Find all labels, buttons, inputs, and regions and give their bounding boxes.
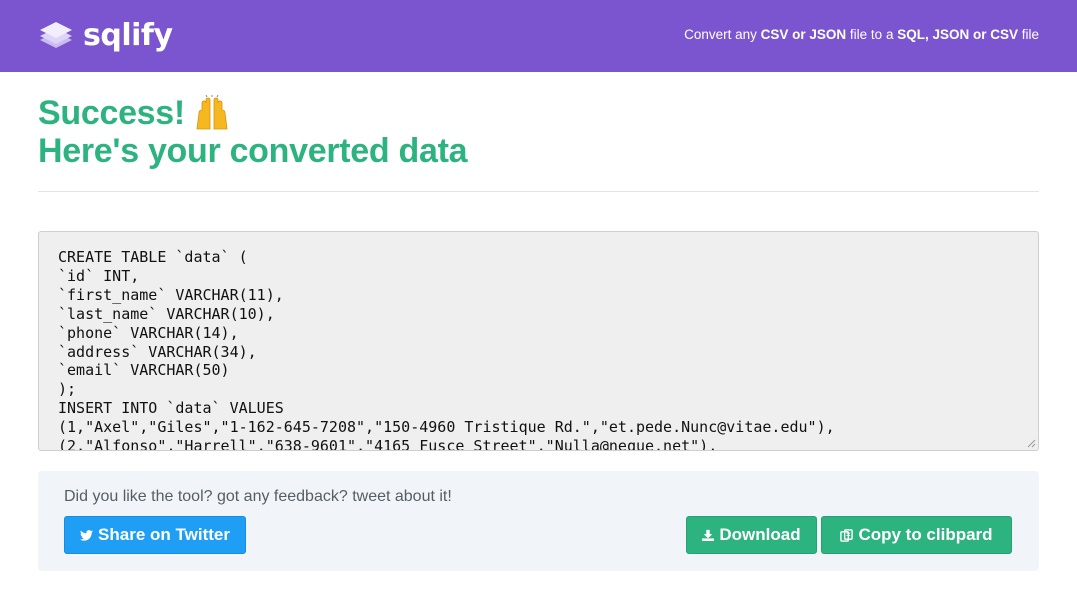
tagline-text-1: Convert any bbox=[684, 27, 761, 42]
divider bbox=[38, 191, 1039, 192]
download-icon bbox=[702, 529, 715, 541]
sql-output-text[interactable]: CREATE TABLE `data` (`id` INT, `first_nam… bbox=[58, 248, 1028, 451]
sql-line: `id` INT, bbox=[58, 266, 140, 285]
share-on-twitter-label: Share on Twitter bbox=[98, 525, 230, 544]
copy-to-clipboard-button[interactable]: Copy to clibpard bbox=[821, 516, 1012, 554]
success-subtitle: Here's your converted data bbox=[38, 132, 468, 170]
tagline-input-formats: CSV or JSON bbox=[760, 27, 847, 42]
stacked-layers-icon bbox=[40, 22, 72, 48]
sql-line: (1,"Axel","Giles","1-162-645-7208","150-… bbox=[58, 418, 835, 437]
top-navbar: sqlify Convert any CSV or JSON file to a… bbox=[0, 0, 1077, 72]
raising-hands-icon bbox=[196, 95, 228, 130]
sql-line: `first_name` VARCHAR(11), bbox=[58, 285, 284, 304]
share-on-twitter-button[interactable]: Share on Twitter bbox=[64, 516, 246, 554]
brand-link[interactable]: sqlify bbox=[38, 18, 173, 54]
sql-line: INSERT INTO `data` VALUES bbox=[58, 399, 284, 418]
sql-line: `email` VARCHAR(50) bbox=[58, 361, 230, 380]
clipboard-icon bbox=[840, 528, 854, 542]
success-title: Success! bbox=[38, 94, 185, 132]
sql-line: (2,"Alfonso","Harrell","638-9601","4165 … bbox=[58, 437, 718, 451]
sql-output-textarea[interactable]: CREATE TABLE `data` (`id` INT, `first_nam… bbox=[38, 231, 1039, 451]
tagline-text-3: file bbox=[1017, 27, 1039, 42]
resize-handle-icon[interactable] bbox=[1026, 438, 1036, 448]
brand-name: sqlify bbox=[83, 18, 173, 53]
sql-line: `address` VARCHAR(34), bbox=[58, 342, 257, 361]
result-heading: Success! Here's your converted data bbox=[38, 94, 468, 170]
download-label: Download bbox=[719, 525, 801, 544]
feedback-prompt: Did you like the tool? got any feedback?… bbox=[64, 488, 452, 505]
sql-line: CREATE TABLE `data` ( bbox=[58, 248, 248, 266]
sql-line: `last_name` VARCHAR(10), bbox=[58, 304, 275, 323]
sql-line: ); bbox=[58, 380, 77, 399]
tagline-output-formats: SQL, JSON or CSV bbox=[897, 27, 1018, 42]
sql-line: `phone` VARCHAR(14), bbox=[58, 323, 239, 342]
tagline: Convert any CSV or JSON file to a SQL, J… bbox=[684, 26, 1039, 44]
copy-to-clipboard-label: Copy to clibpard bbox=[858, 525, 993, 544]
success-title-row: Success! bbox=[38, 94, 467, 132]
twitter-bird-icon bbox=[80, 529, 94, 541]
tagline-text-2: file to a bbox=[846, 27, 898, 42]
feedback-panel: Did you like the tool? got any feedback?… bbox=[38, 471, 1039, 571]
download-button[interactable]: Download bbox=[686, 516, 817, 554]
